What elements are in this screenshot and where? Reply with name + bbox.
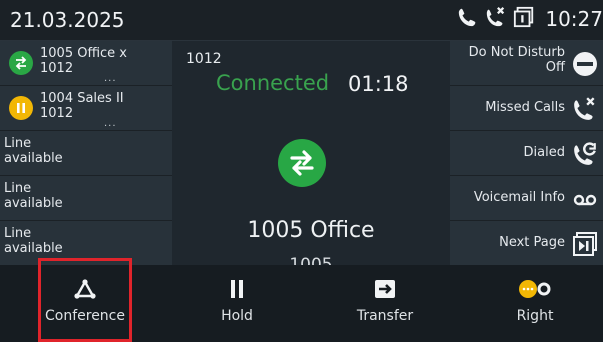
voicemail-icon: [571, 185, 599, 213]
call-panel: 1012 Connected 01:18 1005 Office 1005: [172, 41, 450, 275]
hold-icon: [187, 277, 287, 301]
dialed-icon: [571, 140, 599, 168]
caller-name: 1005 Office: [247, 218, 375, 243]
line-key-4[interactable]: Line available: [0, 176, 172, 221]
dialed-key[interactable]: Dialed: [450, 131, 603, 176]
call-status: Connected: [216, 71, 330, 95]
line-key-2[interactable]: 1004 Sales II 1012 ...: [0, 86, 172, 131]
more-icon: ...: [104, 118, 117, 129]
hold-label: Hold: [221, 308, 253, 324]
phone-icon: [457, 6, 479, 32]
call-line-number: 1012: [186, 51, 222, 67]
missed-calls-icon: [571, 95, 599, 123]
screen-1-icon: [513, 6, 535, 32]
line-keys: 1005 Office x 1012 ... 1004 Sales II 101…: [0, 41, 172, 266]
missed-calls-key[interactable]: Missed Calls: [450, 86, 603, 131]
clock: 10:27: [545, 7, 603, 31]
voicemail-info-label: Voicemail Info: [473, 190, 565, 205]
line-key-1[interactable]: 1005 Office x 1012 ...: [0, 41, 172, 86]
dialed-label: Dialed: [523, 145, 565, 160]
do-not-disturb-key[interactable]: Do Not Disturb Off: [450, 41, 603, 86]
line-key-5-text: Line available: [4, 226, 63, 256]
transfer-label: Transfer: [356, 308, 414, 324]
missed-calls-label: Missed Calls: [485, 100, 565, 115]
hold-status-icon: [9, 96, 33, 120]
right-nav-icon: [485, 277, 585, 301]
next-page-label: Next Page: [499, 235, 565, 250]
transfer-icon: [335, 277, 435, 301]
line-key-1-text: 1005 Office x 1012: [40, 46, 127, 76]
call-timer: 01:18: [348, 72, 409, 96]
transfer-softkey[interactable]: Transfer: [335, 265, 435, 342]
do-not-disturb-label: Do Not Disturb Off: [468, 45, 565, 75]
missed-call-icon: [485, 6, 507, 32]
status-icons: 10:27: [457, 6, 603, 32]
active-call-icon: [9, 51, 33, 75]
line-key-4-text: Line available: [4, 181, 63, 211]
next-page-key[interactable]: Next Page: [450, 221, 603, 266]
right-softkey[interactable]: Right: [485, 265, 585, 342]
line-key-3[interactable]: Line available: [0, 131, 172, 176]
next-page-icon: [571, 230, 599, 258]
right-label: Right: [516, 308, 554, 324]
do-not-disturb-icon: [571, 50, 599, 78]
voicemail-info-key[interactable]: Voicemail Info: [450, 176, 603, 221]
more-icon: ...: [104, 73, 117, 84]
status-bar: 21.03.2025 10:27: [0, 0, 603, 41]
hold-softkey[interactable]: Hold: [187, 265, 287, 342]
line-key-3-text: Line available: [4, 136, 63, 166]
date: 21.03.2025: [10, 8, 125, 32]
function-keys: Do Not Disturb Off Missed Calls Dialed V…: [450, 41, 603, 266]
connected-call-icon: [278, 139, 326, 187]
conference-highlight-box: [38, 258, 132, 342]
line-key-2-text: 1004 Sales II 1012: [40, 91, 124, 121]
